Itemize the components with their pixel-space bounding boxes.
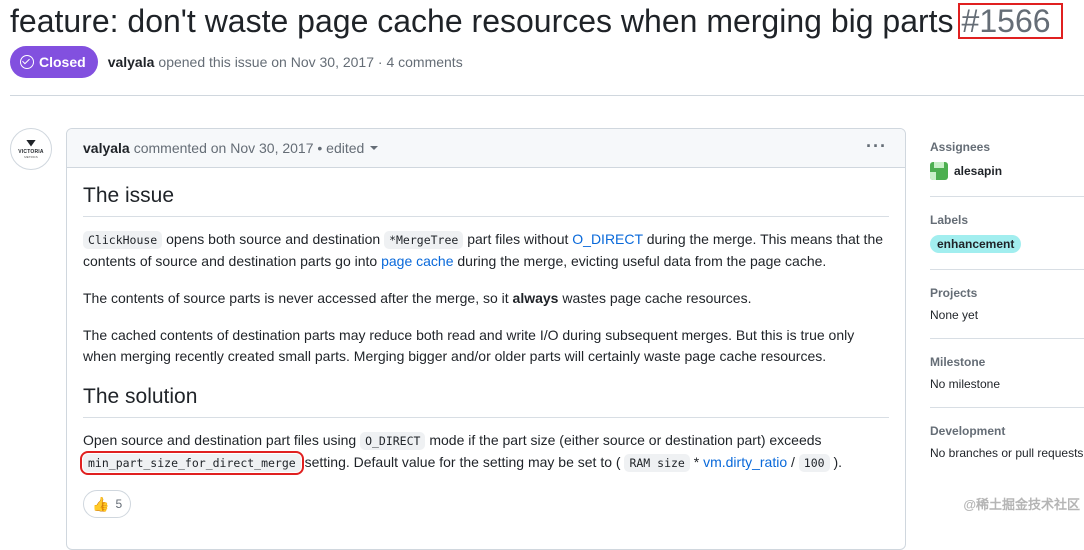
code-clickhouse: ClickHouse bbox=[83, 231, 163, 249]
comment-author-link[interactable]: valyala bbox=[83, 140, 130, 156]
milestone-heading[interactable]: Milestone bbox=[930, 355, 1084, 369]
victoria-metrics-logo-icon bbox=[26, 139, 36, 147]
header-divider bbox=[10, 95, 1084, 96]
comment-meta[interactable]: commented on Nov 30, 2017 • edited bbox=[134, 140, 365, 156]
reaction-count: 5 bbox=[115, 496, 123, 511]
comment-box: valyala commented on Nov 30, 2017 • edit… bbox=[66, 128, 906, 550]
development-value: No branches or pull requests bbox=[930, 446, 1084, 460]
code-ram-size: RAM size bbox=[624, 454, 690, 472]
avatar-logo-subtext: METRICS bbox=[24, 154, 38, 159]
paragraph-2: The contents of source parts is never ac… bbox=[83, 288, 889, 309]
paragraph-4: Open source and destination part files u… bbox=[80, 430, 889, 475]
issue-sidebar: Assignees alesapin Labels enhancement Pr… bbox=[930, 140, 1084, 492]
text-span: ). bbox=[829, 454, 843, 470]
text-span: part files without bbox=[463, 231, 573, 247]
paragraph-3: The cached contents of destination parts… bbox=[83, 327, 855, 364]
link-dirty-ratio[interactable]: vm.dirty_ratio bbox=[703, 454, 787, 470]
assignee-name: alesapin bbox=[954, 164, 1003, 178]
labels-heading[interactable]: Labels bbox=[930, 213, 1084, 227]
sidebar-assignees: Assignees alesapin bbox=[930, 140, 1084, 197]
issue-state-row: Closed valyala opened this issue on Nov … bbox=[10, 46, 463, 78]
heading-the-issue: The issue bbox=[83, 182, 889, 217]
issue-meta: opened this issue on Nov 30, 2017 · 4 co… bbox=[158, 54, 463, 70]
more-options-icon[interactable]: ··· bbox=[866, 137, 887, 155]
assignees-heading[interactable]: Assignees bbox=[930, 140, 1084, 154]
chevron-down-icon[interactable] bbox=[370, 146, 379, 150]
comment-header: valyala commented on Nov 30, 2017 • edit… bbox=[67, 129, 905, 168]
comment-body: The issue ClickHouse opens both source a… bbox=[67, 168, 905, 518]
text-span: mode if the part size (either source or … bbox=[425, 432, 822, 448]
link-o-direct[interactable]: O_DIRECT bbox=[572, 231, 643, 247]
check-circle-icon bbox=[20, 55, 34, 69]
site-watermark: @稀土掘金技术社区 bbox=[963, 497, 1080, 512]
closed-badge-label: Closed bbox=[39, 54, 86, 70]
sidebar-labels: Labels enhancement bbox=[930, 213, 1084, 270]
paragraph-1: ClickHouse opens both source and destina… bbox=[83, 229, 889, 272]
bold-always: always bbox=[512, 290, 559, 306]
sidebar-milestone: Milestone No milestone bbox=[930, 355, 1084, 408]
code-o-direct: O_DIRECT bbox=[360, 432, 426, 450]
text-span: wastes page cache resources. bbox=[558, 290, 752, 306]
thumbs-up-reaction-button[interactable]: 👍 5 bbox=[83, 490, 132, 518]
text-span: during the merge, evicting useful data f… bbox=[453, 253, 827, 269]
text-span: * bbox=[689, 454, 704, 470]
text-span: The contents of source parts is never ac… bbox=[83, 290, 513, 306]
sidebar-development: Development No branches or pull requests bbox=[930, 424, 1084, 476]
issue-title: feature: don't waste page cache resource… bbox=[10, 0, 1063, 42]
sidebar-projects: Projects None yet bbox=[930, 286, 1084, 339]
text-span: Open source and destination part files u… bbox=[83, 432, 361, 448]
text-span: opens both source and destination bbox=[162, 231, 385, 247]
heading-the-solution: The solution bbox=[83, 383, 889, 418]
text-span: / bbox=[787, 454, 799, 470]
development-heading[interactable]: Development bbox=[930, 424, 1084, 438]
code-100: 100 bbox=[798, 454, 830, 472]
milestone-value: No milestone bbox=[930, 377, 1001, 391]
issue-number: #1566 bbox=[957, 3, 1063, 39]
thumbs-up-icon: 👍 bbox=[92, 495, 110, 512]
projects-heading[interactable]: Projects bbox=[930, 286, 1084, 300]
projects-value: None yet bbox=[930, 308, 979, 322]
code-min-part-size: min_part_size_for_direct_merge bbox=[80, 451, 304, 475]
issue-author-link[interactable]: valyala bbox=[108, 54, 155, 70]
assignee-avatar bbox=[930, 162, 948, 180]
assignee-item[interactable]: alesapin bbox=[930, 162, 1084, 180]
text-span: setting. Default value for the setting m… bbox=[300, 454, 625, 470]
link-page-cache[interactable]: page cache bbox=[381, 253, 453, 269]
author-avatar[interactable]: VICTORIA METRICS bbox=[10, 128, 52, 170]
code-mergetree: *MergeTree bbox=[384, 231, 464, 249]
label-enhancement[interactable]: enhancement bbox=[930, 235, 1022, 253]
closed-badge: Closed bbox=[10, 46, 98, 78]
issue-title-text: feature: don't waste page cache resource… bbox=[10, 3, 954, 39]
